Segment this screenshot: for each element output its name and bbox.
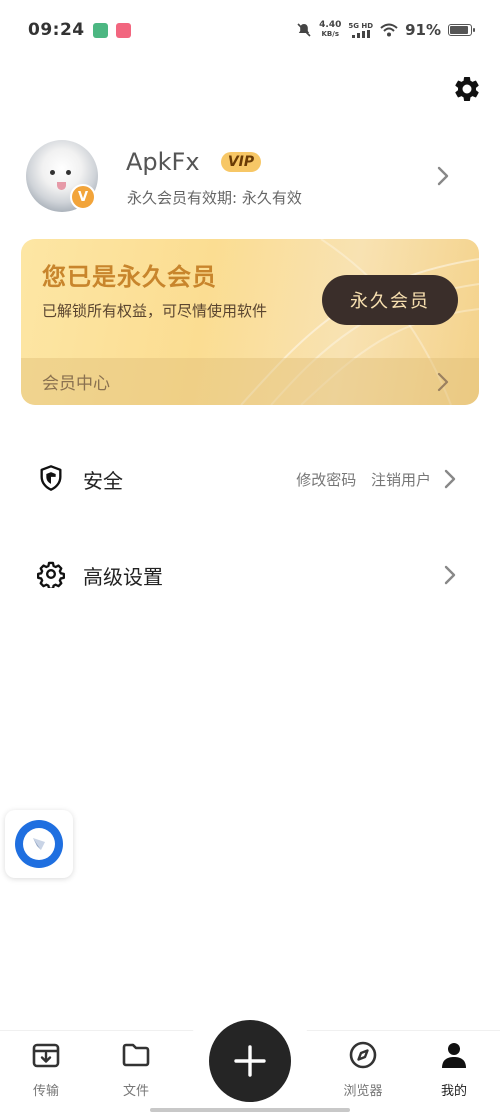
username: ApkFx (126, 148, 200, 176)
deregister-user-link[interactable]: 注销用户 (371, 471, 431, 489)
security-label: 安全 (83, 469, 123, 493)
member-center-link[interactable]: 会员中心 (21, 358, 479, 405)
wifi-icon (380, 23, 398, 37)
user-icon (442, 1043, 466, 1068)
floating-assistant-button[interactable] (5, 810, 73, 878)
cell-signal: 5G HD (348, 22, 373, 38)
compass-icon (349, 1041, 377, 1069)
settings-button[interactable] (450, 72, 484, 106)
chevron-right-icon (444, 565, 456, 585)
membership-expiry: 永久会员有效期: 永久有效 (127, 189, 302, 207)
menu-row-security[interactable]: 安全 修改密码 注销用户 (21, 450, 479, 506)
nav-files[interactable]: 文件 (101, 1040, 171, 1105)
nav-browser[interactable]: 浏览器 (328, 1040, 398, 1105)
nav-mine[interactable]: 我的 (419, 1040, 489, 1105)
nav-mine-label: 我的 (440, 1084, 467, 1099)
vip-tag: VIP (221, 152, 261, 172)
chevron-right-icon (437, 372, 449, 392)
cell-signal-icon (351, 30, 370, 38)
net-speed-unit: KB/s (321, 30, 339, 38)
menu-row-advanced-settings[interactable]: 高级设置 (21, 546, 479, 602)
avatar-eye (50, 170, 55, 175)
nav-files-label: 文件 (122, 1084, 149, 1099)
transfer-icon (32, 1043, 60, 1068)
vip-status-title: 您已是永久会员 (42, 263, 217, 291)
status-left: 09:24 (28, 20, 131, 40)
gear-icon (455, 76, 479, 101)
vip-status-description: 已解锁所有权益，可尽情使用软件 (42, 302, 268, 320)
folder-icon (122, 1043, 150, 1067)
avatar-eye (66, 170, 71, 175)
status-right: 4.40 KB/s 5G HD 91% (296, 21, 475, 39)
net-speed-value: 4.40 (319, 20, 342, 30)
vip-badge-icon: V (70, 184, 96, 210)
change-password-link[interactable]: 修改密码 (296, 471, 356, 489)
vip-card: 您已是永久会员 已解锁所有权益，可尽情使用软件 永久会员 会员中心 (21, 239, 479, 405)
signal-label: 5G HD (348, 22, 374, 30)
network-speed: 4.40 KB/s (319, 21, 341, 39)
gear-outline-icon (37, 561, 65, 588)
battery-icon (448, 24, 475, 36)
chevron-right-icon (437, 166, 449, 186)
shield-icon (40, 465, 62, 491)
plus-icon (234, 1045, 266, 1077)
member-center-label: 会员中心 (42, 374, 110, 394)
add-button[interactable] (209, 1020, 291, 1102)
permanent-member-button[interactable]: 永久会员 (322, 275, 458, 325)
status-bar: 09:24 4.40 KB/s 5G HD 91% (0, 0, 500, 60)
security-actions: 修改密码 注销用户 (286, 469, 431, 490)
battery-fill (450, 26, 469, 34)
home-indicator (150, 1108, 350, 1112)
chevron-right-icon (444, 469, 456, 489)
app-notification-icon (92, 22, 108, 38)
advanced-settings-label: 高级设置 (83, 565, 163, 589)
floating-assistant-icon (15, 820, 63, 868)
battery-percent: 91% (405, 21, 441, 39)
profile-header[interactable]: V ApkFx VIP 永久会员有效期: 永久有效 (26, 140, 466, 214)
mute-bell-icon (297, 23, 311, 37)
nav-browser-label: 浏览器 (343, 1084, 383, 1099)
nav-transfer[interactable]: 传输 (11, 1040, 81, 1105)
avatar-tongue (57, 182, 66, 190)
nav-transfer-label: 传输 (32, 1084, 59, 1099)
status-time: 09:24 (28, 20, 85, 40)
app-notification-icon (115, 22, 131, 38)
